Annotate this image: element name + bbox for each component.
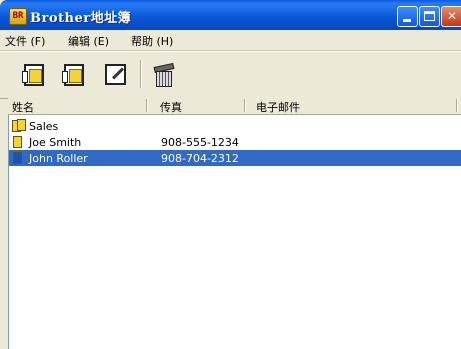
- new-contact-icon: [22, 64, 44, 86]
- menu-bar: 文件 (F) 编辑 (E) 帮助 (H): [0, 30, 461, 51]
- column-name-header[interactable]: 姓名: [12, 99, 34, 114]
- new-group-icon: [62, 64, 84, 86]
- column-divider[interactable]: [244, 99, 246, 112]
- list-item[interactable]: Sales: [9, 118, 461, 134]
- contact-icon: [12, 151, 25, 165]
- toolbar: [0, 51, 461, 99]
- close-button[interactable]: ✕: [441, 6, 461, 27]
- delete-button[interactable]: [150, 61, 176, 87]
- contact-fax: 908-555-1234: [161, 136, 239, 149]
- group-icon: [12, 119, 27, 133]
- column-divider[interactable]: [456, 99, 458, 112]
- list-header: 姓名 传真 电子邮件: [8, 98, 461, 115]
- list-item[interactable]: Joe Smith 908-555-1234: [9, 134, 461, 150]
- column-divider[interactable]: [146, 99, 148, 112]
- new-contact-button[interactable]: [22, 61, 48, 87]
- contact-fax: 908-704-2312: [161, 152, 239, 165]
- app-icon: BR: [9, 8, 27, 25]
- window-title: Brother地址簿: [30, 11, 132, 26]
- maximize-button[interactable]: [419, 6, 440, 27]
- menu-help[interactable]: 帮助 (H): [131, 33, 173, 49]
- column-fax-header[interactable]: 传真: [160, 99, 182, 114]
- address-book-window: BR Brother地址簿 ✕ 文件 (F) 编辑 (E) 帮助 (H) 姓名 …: [0, 0, 461, 349]
- minimize-icon: [403, 19, 411, 22]
- list-item[interactable]: John Roller 908-704-2312: [9, 150, 461, 166]
- menu-file[interactable]: 文件 (F): [5, 33, 45, 49]
- menu-edit[interactable]: 编辑 (E): [68, 33, 109, 49]
- minimize-button[interactable]: [397, 6, 418, 27]
- title-bar[interactable]: BR Brother地址簿 ✕: [0, 0, 461, 30]
- contact-name: Sales: [29, 120, 59, 133]
- edit-icon: [105, 64, 126, 85]
- new-group-button[interactable]: [62, 61, 88, 87]
- contact-name: John Roller: [29, 152, 88, 165]
- contact-icon: [12, 135, 25, 149]
- maximize-icon: [424, 11, 435, 21]
- close-icon: ✕: [446, 9, 458, 23]
- column-email-header[interactable]: 电子邮件: [256, 99, 300, 114]
- contact-name: Joe Smith: [29, 136, 82, 149]
- delete-icon: [153, 62, 175, 87]
- contact-list[interactable]: Sales Joe Smith 908-555-1234 John Roller…: [8, 115, 461, 349]
- toolbar-separator: [140, 60, 142, 88]
- edit-button[interactable]: [103, 61, 129, 87]
